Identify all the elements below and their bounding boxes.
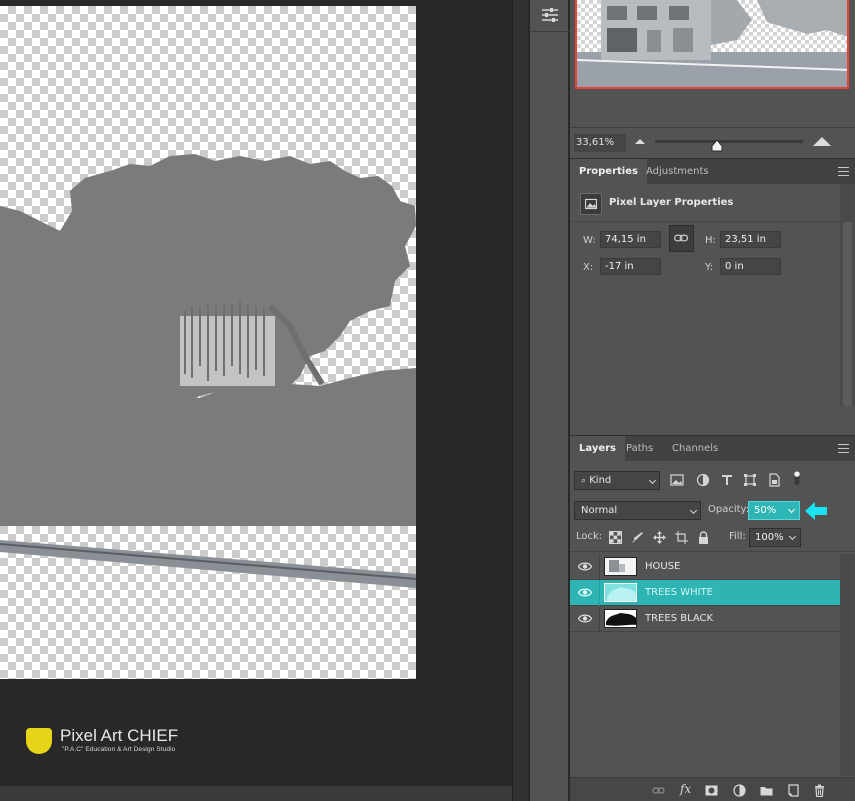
eye-icon[interactable] bbox=[578, 561, 592, 572]
zoom-slider-handle[interactable] bbox=[711, 140, 723, 152]
layer-filter-kind-select[interactable]: ⌕ Kind bbox=[574, 471, 660, 490]
delete-layer-icon[interactable] bbox=[813, 784, 826, 797]
search-icon: ⌕ bbox=[581, 476, 587, 486]
fill-field[interactable]: 100% bbox=[749, 528, 801, 547]
fill-value: 100% bbox=[755, 532, 784, 543]
fill-label: Fill: bbox=[729, 531, 746, 542]
adjustments-sliders-icon[interactable] bbox=[539, 4, 561, 26]
lock-transparent-icon[interactable] bbox=[609, 531, 622, 544]
eye-icon[interactable] bbox=[578, 613, 592, 624]
layer-row-trees-white[interactable]: TREES WHITE bbox=[570, 580, 840, 606]
tab-paths[interactable]: Paths bbox=[617, 436, 662, 462]
document-canvas[interactable] bbox=[0, 6, 416, 679]
layers-tab-bar: Layers Paths Channels bbox=[570, 435, 855, 462]
properties-panel-menu-icon[interactable] bbox=[838, 167, 849, 176]
layers-panel-body: ⌕ Kind Normal Opacity: 50% Lock: Fill: 1… bbox=[570, 461, 855, 801]
properties-scrollbar[interactable] bbox=[840, 184, 855, 406]
layers-options-divider bbox=[570, 551, 855, 552]
properties-header: Pixel Layer Properties bbox=[609, 197, 734, 208]
lock-all-icon[interactable] bbox=[697, 531, 710, 544]
canvas-vertical-scrollbar[interactable] bbox=[512, 0, 528, 801]
add-mask-icon[interactable] bbox=[705, 784, 718, 797]
chain-link-icon bbox=[674, 234, 689, 242]
navigator-panel: 33,61% bbox=[570, 0, 855, 155]
x-label: X: bbox=[583, 262, 594, 273]
layer-thumbnail bbox=[604, 609, 637, 628]
y-position-field[interactable]: 0 in bbox=[720, 258, 781, 275]
navigator-divider bbox=[570, 127, 855, 128]
blend-mode-value: Normal bbox=[581, 505, 618, 516]
properties-tab-bar: Properties Adjustments bbox=[570, 158, 855, 185]
adjustment-filter-icon[interactable] bbox=[696, 473, 710, 487]
arrow-left-annotation-icon bbox=[805, 502, 827, 520]
properties-header-divider bbox=[570, 221, 855, 222]
layer-name: HOUSE bbox=[645, 561, 681, 572]
new-layer-icon[interactable] bbox=[787, 784, 800, 797]
image-filter-icon[interactable] bbox=[670, 473, 684, 487]
panel-tool-strip bbox=[529, 0, 570, 801]
eye-icon[interactable] bbox=[578, 587, 592, 598]
opacity-field[interactable]: 50% bbox=[748, 501, 800, 520]
fill-dropdown-icon[interactable] bbox=[788, 532, 797, 541]
filter-toggle-icon[interactable] bbox=[790, 471, 804, 485]
tab-adjustments[interactable]: Adjustments bbox=[637, 159, 718, 185]
tab-channels[interactable]: Channels bbox=[663, 436, 727, 462]
layer-thumbnail bbox=[604, 557, 637, 576]
layer-thumbnail bbox=[604, 583, 637, 602]
zoom-in-mountain-icon[interactable] bbox=[813, 137, 831, 146]
smart-object-filter-icon[interactable] bbox=[767, 473, 781, 487]
new-group-icon[interactable] bbox=[760, 784, 773, 797]
y-label: Y: bbox=[705, 262, 714, 273]
new-fill-layer-icon[interactable] bbox=[733, 784, 746, 797]
width-label: W: bbox=[583, 235, 596, 246]
layers-panel-menu-icon[interactable] bbox=[838, 444, 849, 453]
link-dimensions-button[interactable] bbox=[669, 225, 694, 252]
lock-label: Lock: bbox=[576, 531, 603, 542]
opacity-label: Opacity: bbox=[708, 504, 750, 515]
right-panel-dock: 33,61% Properties Adjustments Pixel Laye… bbox=[570, 0, 855, 801]
lock-position-icon[interactable] bbox=[653, 531, 666, 544]
canvas-horizontal-scrollbar[interactable] bbox=[0, 786, 512, 801]
shape-filter-icon[interactable] bbox=[743, 473, 757, 487]
layer-row-house[interactable]: HOUSE bbox=[570, 554, 840, 580]
navigator-thumbnail[interactable] bbox=[575, 0, 849, 89]
lock-artboard-icon[interactable] bbox=[675, 531, 688, 544]
logo-subtitle: "P.A.C" Education & Art Design Studio bbox=[62, 746, 176, 753]
opacity-value: 50% bbox=[754, 505, 777, 516]
layer-name: TREES WHITE bbox=[645, 587, 714, 598]
layers-scrollbar[interactable] bbox=[840, 554, 855, 776]
lock-image-icon[interactable] bbox=[631, 531, 644, 544]
width-field[interactable]: 74,15 in bbox=[600, 231, 661, 248]
link-layers-icon[interactable] bbox=[652, 784, 665, 797]
layer-name: TREES BLACK bbox=[645, 613, 714, 624]
height-field[interactable]: 23,51 in bbox=[720, 231, 781, 248]
canvas-artwork bbox=[0, 154, 416, 588]
tab-properties[interactable]: Properties bbox=[570, 159, 647, 185]
navigator-preview-image bbox=[577, 0, 847, 87]
layers-footer-toolbar: fx bbox=[570, 777, 855, 801]
properties-scrollbar-thumb[interactable] bbox=[843, 222, 852, 406]
zoom-out-mountain-icon[interactable] bbox=[635, 139, 645, 144]
zoom-level-field[interactable]: 33,61% bbox=[574, 134, 626, 152]
watermark-logo: Pixel Art CHIEF "P.A.C" Education & Art … bbox=[22, 724, 212, 774]
logo-title: Pixel Art CHIEF bbox=[60, 726, 179, 745]
pixel-layer-icon bbox=[580, 193, 602, 215]
add-layer-style-button[interactable]: fx bbox=[680, 782, 691, 796]
type-filter-icon[interactable] bbox=[720, 473, 734, 487]
layer-list: HOUSE TREES WHITE TREES BLACK bbox=[570, 554, 840, 776]
chameleon-logo-icon bbox=[26, 728, 52, 754]
height-label: H: bbox=[705, 235, 716, 246]
canvas-area[interactable]: Pixel Art CHIEF "P.A.C" Education & Art … bbox=[0, 0, 512, 801]
properties-panel-body: Pixel Layer Properties W: 74,15 in H: 23… bbox=[570, 184, 855, 434]
filter-kind-label: Kind bbox=[589, 475, 612, 486]
tool-strip-divider bbox=[530, 31, 570, 32]
layer-row-trees-black[interactable]: TREES BLACK bbox=[570, 606, 840, 632]
opacity-dropdown-icon[interactable] bbox=[787, 505, 796, 514]
x-position-field[interactable]: -17 in bbox=[600, 258, 661, 275]
blend-mode-select[interactable]: Normal bbox=[574, 501, 701, 520]
zoom-slider[interactable] bbox=[655, 140, 803, 143]
